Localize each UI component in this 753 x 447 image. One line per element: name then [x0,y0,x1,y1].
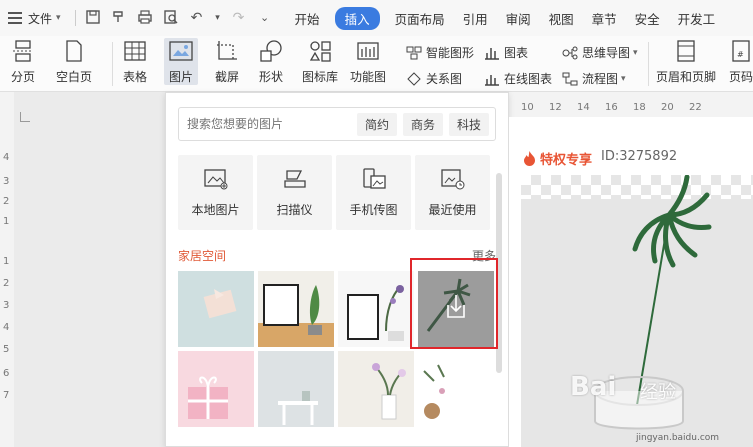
recently-used-button[interactable]: 最近使用 [415,155,490,230]
phone-transfer-button[interactable]: 手机传图 [336,155,411,230]
tab-developer[interactable]: 开发工 [678,7,716,30]
tab-insert[interactable]: 插入 [334,6,380,30]
scanner-icon [282,167,308,191]
phone-transfer-icon [361,167,387,191]
vertical-ruler: 4 3 2 1 1 2 3 4 5 6 7 [0,106,14,447]
icon-library-icon [307,38,333,64]
scanner-button[interactable]: 扫描仪 [257,155,332,230]
tag-chip-tech[interactable]: 科技 [448,112,489,136]
undo-icon[interactable]: ↶ [188,9,206,27]
horizontal-ruler: 10 12 14 16 18 20 22 [505,99,753,117]
tab-review[interactable]: 审阅 [506,7,531,30]
tag-chip-simple[interactable]: 简约 [356,112,397,136]
chevron-down-icon[interactable]: ▾ [214,9,222,27]
screenshot-button[interactable]: 截屏 [214,38,240,85]
function-chart-button[interactable]: 功能图 [350,38,386,85]
chart-button[interactable]: 图表 [484,44,528,61]
thumbnail-frame-plant[interactable] [258,271,334,347]
section-title-home-space: 家居空间 [178,249,227,263]
table-icon [122,38,148,64]
watermark-url: jingyan.baidu.com [636,433,720,443]
function-chart-icon [355,38,381,64]
page-break-button[interactable]: 分页 [10,38,36,85]
file-menu[interactable]: 文件 [28,10,52,27]
menu-bar: 文件 ▾ ↶ ▾ ↷ ⌄ 开始 插入 页面布局 引用 审阅 视图 章节 安全 开… [0,0,753,36]
tab-section[interactable]: 章节 [592,7,617,30]
chevron-down-icon[interactable]: ▾ [56,13,61,23]
blank-page-icon [61,38,87,64]
format-painter-icon[interactable] [110,9,128,27]
relation-chart-icon [406,71,422,86]
smart-art-button[interactable]: 智能图形 [406,44,474,61]
picture-button[interactable]: 图片 [164,38,198,85]
shape-button[interactable]: 形状 [258,38,284,85]
chevron-down-icon[interactable]: ▾ [633,48,638,58]
blank-page-button[interactable]: 空白页 [56,38,92,85]
page-number-button[interactable]: # 页码 [728,38,753,85]
redo-icon[interactable]: ↷ [230,9,248,27]
tab-view[interactable]: 视图 [549,7,574,30]
tab-page-layout[interactable]: 页面布局 [395,7,445,30]
thumbnail-flatlay[interactable] [418,351,452,427]
shape-icon [258,38,284,64]
online-chart-button[interactable]: 在线图表 [484,70,552,87]
palm-glass-image [521,175,753,447]
document-canvas[interactable] [14,92,165,447]
thumbnail-gift-box[interactable] [178,271,254,347]
page-number-icon: # [728,38,753,64]
smart-art-icon [406,46,422,60]
chevron-down-icon[interactable]: ▾ [621,74,626,84]
hamburger-icon[interactable] [8,12,22,24]
save-icon[interactable] [84,9,102,27]
thumbnail-desk-room[interactable] [258,351,334,427]
print-preview-icon[interactable] [162,9,180,27]
tab-home[interactable]: 开始 [295,7,320,30]
print-icon[interactable] [136,9,154,27]
picture-search-box: 简约 商务 科技 [178,107,496,141]
flame-icon [523,151,536,166]
local-picture-button[interactable]: 本地图片 [178,155,253,230]
picture-search-input[interactable] [187,117,347,131]
transparent-background [521,175,753,447]
mind-map-icon [562,46,578,60]
icon-library-button[interactable]: 图标库 [302,38,338,85]
thumbnail-vase-flowers[interactable] [338,351,414,427]
recent-icon [440,167,466,191]
local-picture-icon [203,167,229,191]
flow-chart-button[interactable]: 流程图 ▾ [562,70,626,87]
mind-map-button[interactable]: 思维导图 ▾ [562,44,638,61]
chart-icon [484,46,500,60]
page-break-icon [10,38,36,64]
quick-access-toolbar: ↶ ▾ ↷ ⌄ [71,9,278,27]
highlight-box [410,258,498,349]
tab-references[interactable]: 引用 [463,7,488,30]
thumbnail-frame-flowers[interactable] [338,271,414,347]
flow-chart-icon [562,72,578,86]
tab-security[interactable]: 安全 [635,7,660,30]
picture-icon [168,38,194,64]
header-footer-button[interactable]: 页眉和页脚 [656,38,716,85]
margin-marker [20,112,30,122]
watermark-brand: Bai [570,372,617,402]
watermark-brand-suffix: 经验 [640,382,676,403]
picture-preview: 特权专享 ID:3275892 [509,117,753,447]
ribbon-insert: 分页 空白页 表格 图片 截屏 形状 图标库 功能图 智能图形 图表 思维导图 … [0,36,753,92]
picture-source-options: 本地图片 扫描仪 手机传图 最近使用 [178,155,494,230]
relation-chart-button[interactable]: 关系图 [406,70,462,87]
tag-chip-business[interactable]: 商务 [402,112,443,136]
customize-icon[interactable]: ⌄ [256,9,274,27]
header-footer-icon [673,38,699,64]
online-chart-icon [484,72,500,86]
thumbnail-pink-gift[interactable] [178,351,254,427]
table-button[interactable]: 表格 [122,38,148,85]
screenshot-icon [214,38,240,64]
picture-id: ID:3275892 [601,149,678,164]
privilege-badge: 特权专享 [523,149,592,168]
svg-text:#: # [737,50,744,59]
